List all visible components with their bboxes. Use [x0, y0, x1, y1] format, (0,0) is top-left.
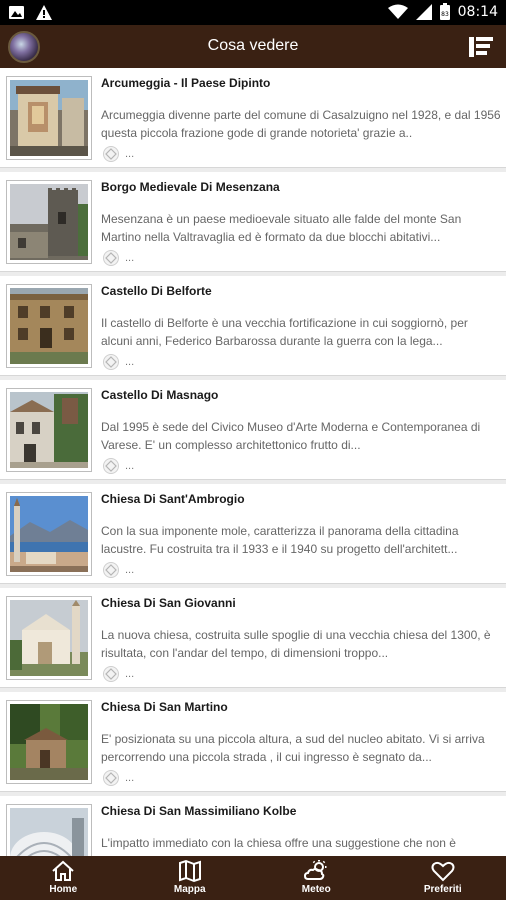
status-bar: 83 08:14 [0, 0, 506, 25]
category-icon [103, 458, 119, 474]
battery-icon: 83 [439, 3, 450, 20]
weather-icon [304, 860, 327, 880]
white-church-image [10, 600, 88, 676]
thumbnail [6, 284, 92, 368]
item-description: Mesenzana è un paese medioevale situato … [101, 212, 462, 244]
masnago-castle-image [10, 392, 88, 468]
list-item[interactable]: Castello Di Belforte Il castello di Belf… [0, 276, 506, 376]
item-description: L'impatto immediato con la chiesa offre … [101, 836, 456, 850]
item-description: E' posizionata su una piccola altura, a … [101, 732, 485, 764]
nav-map-label: Mappa [173, 884, 206, 895]
bottom-navigation: Home Mappa Meteo Preferiti [0, 856, 506, 900]
item-meta: ... [103, 458, 134, 474]
svg-text:83: 83 [441, 11, 449, 18]
nav-favorites[interactable]: Preferiti [380, 856, 506, 900]
thumbnail [6, 180, 92, 264]
painted-chapel-image [10, 80, 88, 156]
item-title: Castello Di Belforte [101, 284, 212, 298]
item-description: Arcumeggia divenne parte del comune di C… [101, 108, 501, 140]
list-item[interactable]: Chiesa Di San Massimiliano Kolbe L'impat… [0, 796, 506, 856]
list-item[interactable]: Chiesa Di San Giovanni La nuova chiesa, … [0, 588, 506, 688]
category-icon [103, 354, 119, 370]
more-indicator: ... [125, 148, 135, 160]
category-icon [103, 146, 119, 162]
item-meta: ... [103, 562, 134, 578]
nav-home-label: Home [49, 884, 78, 895]
more-indicator: ... [125, 772, 135, 784]
nav-favorites-label: Preferiti [423, 884, 462, 895]
nav-weather[interactable]: Meteo [253, 856, 380, 900]
item-meta: ... [103, 354, 134, 370]
item-title: Chiesa Di Sant'Ambrogio [101, 492, 245, 506]
stone-church-image [10, 704, 88, 780]
category-icon [103, 562, 119, 578]
item-meta: ... [103, 666, 134, 682]
item-title: Chiesa Di San Massimiliano Kolbe [101, 804, 297, 818]
more-indicator: ... [125, 252, 135, 264]
heart-icon [431, 861, 455, 882]
modern-church-image [10, 808, 88, 856]
thumbnail [6, 804, 92, 856]
nav-map[interactable]: Mappa [127, 856, 254, 900]
app-bar: Cosa vedere [0, 25, 506, 68]
image-notification-icon [9, 6, 24, 19]
thumbnail [6, 388, 92, 472]
thumbnail [6, 700, 92, 784]
item-title: Chiesa Di San Giovanni [101, 596, 236, 610]
page-title: Cosa vedere [207, 37, 299, 54]
list-item[interactable]: Borgo Medievale Di Mesenzana Mesenzana è… [0, 172, 506, 272]
item-description: La nuova chiesa, costruita sulle spoglie… [101, 628, 491, 660]
more-indicator: ... [125, 564, 135, 576]
list-item[interactable]: Chiesa Di San Martino E' posizionata su … [0, 692, 506, 792]
item-title: Arcumeggia - Il Paese Dipinto [101, 76, 271, 90]
wifi-icon [387, 4, 408, 19]
warning-icon [36, 5, 52, 20]
item-meta: ... [103, 770, 134, 786]
castle-facade-image [10, 288, 88, 364]
item-description: Il castello di Belforte è una vecchia fo… [101, 316, 468, 348]
list-item[interactable]: Castello Di Masnago Dal 1995 è sede del … [0, 380, 506, 480]
thumbnail [6, 596, 92, 680]
nav-home[interactable]: Home [0, 856, 127, 900]
nav-weather-label: Meteo [301, 884, 331, 895]
thumbnail [6, 76, 92, 160]
map-icon [178, 859, 201, 883]
clock: 08:14 [457, 3, 498, 20]
more-indicator: ... [125, 460, 135, 472]
attractions-list[interactable]: Arcumeggia - Il Paese Dipinto Arcumeggia… [0, 68, 506, 856]
signal-icon [415, 3, 432, 20]
more-indicator: ... [125, 668, 135, 680]
list-item[interactable]: Chiesa Di Sant'Ambrogio Con la sua impon… [0, 484, 506, 584]
thumbnail [6, 492, 92, 576]
category-icon [103, 250, 119, 266]
category-icon [103, 770, 119, 786]
more-indicator: ... [125, 356, 135, 368]
list-item[interactable]: Arcumeggia - Il Paese Dipinto Arcumeggia… [0, 68, 506, 168]
item-description: Con la sua imponente mole, caratterizza … [101, 524, 459, 556]
item-description: Dal 1995 è sede del Civico Museo d'Arte … [101, 420, 481, 452]
item-meta: ... [103, 146, 134, 162]
filter-list-icon[interactable] [468, 35, 494, 59]
item-title: Castello Di Masnago [101, 388, 219, 402]
lake-church-image [10, 496, 88, 572]
item-title: Borgo Medievale Di Mesenzana [101, 180, 280, 194]
item-title: Chiesa Di San Martino [101, 700, 228, 714]
medieval-tower-image [10, 184, 88, 260]
item-meta: ... [103, 250, 134, 266]
home-icon [52, 860, 74, 881]
category-icon [103, 666, 119, 682]
